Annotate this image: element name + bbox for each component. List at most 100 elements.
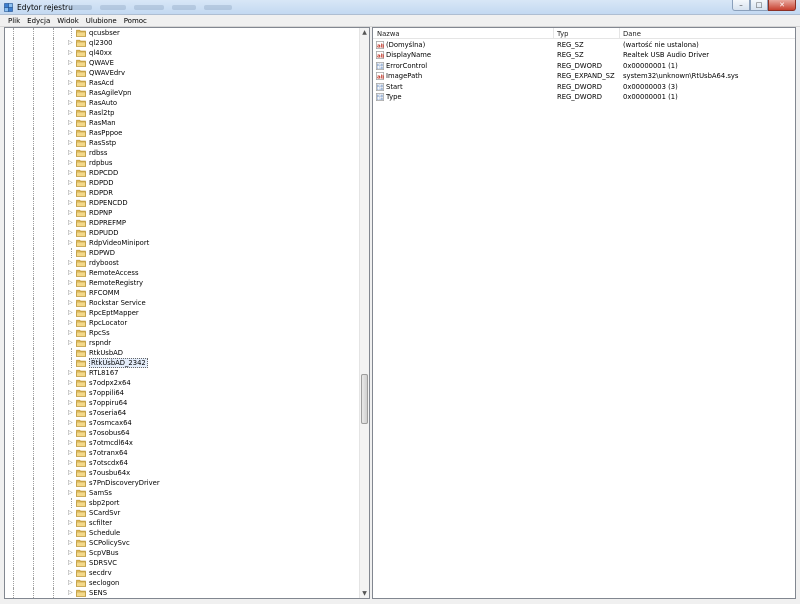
menu-ulubione[interactable]: Ulubione	[86, 17, 117, 25]
tree-item[interactable]: ▷ SCardSvr	[5, 508, 361, 518]
scroll-down-icon[interactable]: ▼	[360, 589, 369, 598]
tree-item[interactable]: ▷ s7otscdx64	[5, 458, 361, 468]
tree-item[interactable]: ▷ Schedule	[5, 528, 361, 538]
tree-item[interactable]: ▷ RasAuto	[5, 98, 361, 108]
expand-arrow-icon[interactable]: ▷	[68, 410, 73, 416]
tree-item[interactable]: ▷ QWAVE	[5, 58, 361, 68]
value-row[interactable]: 010 110 Type REG_DWORD 0x00000001 (1)	[373, 92, 795, 102]
menu-plik[interactable]: Plik	[8, 17, 20, 25]
tree-item[interactable]: ▷ SamSs	[5, 488, 361, 498]
expand-arrow-icon[interactable]: ▷	[68, 380, 73, 386]
tree-item[interactable]: ▷ RFCOMM	[5, 288, 361, 298]
tree-item[interactable]: ▷ RasAcd	[5, 78, 361, 88]
tree-item[interactable]: ▷ secdrv	[5, 568, 361, 578]
tree-item[interactable]: ▷ s7oppili64	[5, 388, 361, 398]
tree-item[interactable]: ▷ ql40xx	[5, 48, 361, 58]
tree-item[interactable]: RtkUsbAD	[5, 348, 361, 358]
expand-arrow-icon[interactable]: ▷	[68, 260, 73, 266]
value-row[interactable]: 010 110 Start REG_DWORD 0x00000003 (3)	[373, 82, 795, 92]
tree-item[interactable]: ▷ RDPUDD	[5, 228, 361, 238]
tree-item[interactable]: ▷ s7odpx2x64	[5, 378, 361, 388]
expand-arrow-icon[interactable]: ▷	[68, 110, 73, 116]
expand-arrow-icon[interactable]: ▷	[68, 170, 73, 176]
column-divider[interactable]	[553, 28, 554, 39]
tree-item[interactable]: ▷ s7otranx64	[5, 448, 361, 458]
expand-arrow-icon[interactable]: ▷	[68, 100, 73, 106]
tree-item[interactable]: ▷ Rockstar Service	[5, 298, 361, 308]
tree-item[interactable]: ▷ RasSstp	[5, 138, 361, 148]
tree-item[interactable]: ▷ scfilter	[5, 518, 361, 528]
tree-item[interactable]: ▷ RDPDR	[5, 188, 361, 198]
expand-arrow-icon[interactable]: ▷	[68, 320, 73, 326]
expand-arrow-icon[interactable]: ▷	[68, 570, 73, 576]
tree-item[interactable]: ▷ Rasl2tp	[5, 108, 361, 118]
tree-item[interactable]: ▷ QWAVEdrv	[5, 68, 361, 78]
tree-item[interactable]: ▷ RDPCDD	[5, 168, 361, 178]
expand-arrow-icon[interactable]: ▷	[68, 310, 73, 316]
tree-item[interactable]: qcusbser	[5, 28, 361, 38]
scrollbar-thumb[interactable]	[361, 374, 368, 424]
tree-item[interactable]: RtkUsbAD_2342	[5, 358, 361, 368]
expand-arrow-icon[interactable]: ▷	[68, 90, 73, 96]
maximize-button[interactable]: □	[750, 0, 768, 11]
value-row[interactable]: ab (Domyślna) REG_SZ (wartość nie ustalona)	[373, 40, 795, 50]
expand-arrow-icon[interactable]: ▷	[68, 40, 73, 46]
expand-arrow-icon[interactable]: ▷	[68, 330, 73, 336]
tree-item[interactable]: ▷ SDRSVC	[5, 558, 361, 568]
expand-arrow-icon[interactable]: ▷	[68, 540, 73, 546]
expand-arrow-icon[interactable]: ▷	[68, 60, 73, 66]
expand-arrow-icon[interactable]: ▷	[68, 200, 73, 206]
expand-arrow-icon[interactable]: ▷	[68, 70, 73, 76]
expand-arrow-icon[interactable]: ▷	[68, 530, 73, 536]
tree-item[interactable]: RDPWD	[5, 248, 361, 258]
expand-arrow-icon[interactable]: ▷	[68, 580, 73, 586]
expand-arrow-icon[interactable]: ▷	[68, 440, 73, 446]
tree-item[interactable]: ▷ rdyboost	[5, 258, 361, 268]
expand-arrow-icon[interactable]: ▷	[68, 520, 73, 526]
menu-widok[interactable]: Widok	[57, 17, 79, 25]
tree-item[interactable]: ▷ seclogon	[5, 578, 361, 588]
expand-arrow-icon[interactable]: ▷	[68, 130, 73, 136]
expand-arrow-icon[interactable]: ▷	[68, 120, 73, 126]
value-row[interactable]: 010 110 ErrorControl REG_DWORD 0x00000001 (1…	[373, 61, 795, 71]
menu-edycja[interactable]: Edycja	[27, 17, 50, 25]
value-row[interactable]: ab ImagePath REG_EXPAND_SZ system32\unknown…	[373, 71, 795, 81]
tree-item[interactable]: ▷ rspndr	[5, 338, 361, 348]
minimize-button[interactable]: –	[732, 0, 750, 11]
expand-arrow-icon[interactable]: ▷	[68, 280, 73, 286]
tree-item[interactable]: ▷ s7PnDiscoveryDriver	[5, 478, 361, 488]
tree-item[interactable]: ▷ SENS	[5, 588, 361, 598]
tree-item[interactable]: sbp2port	[5, 498, 361, 508]
expand-arrow-icon[interactable]: ▷	[68, 460, 73, 466]
expand-arrow-icon[interactable]: ▷	[68, 190, 73, 196]
expand-arrow-icon[interactable]: ▷	[68, 80, 73, 86]
tree-item[interactable]: ▷ RpcSs	[5, 328, 361, 338]
column-header-type[interactable]: Typ	[557, 30, 568, 38]
tree-item[interactable]: ▷ RasPppoe	[5, 128, 361, 138]
tree-item[interactable]: ▷ RasAgileVpn	[5, 88, 361, 98]
tree-item[interactable]: ▷ RpcEptMapper	[5, 308, 361, 318]
expand-arrow-icon[interactable]: ▷	[68, 290, 73, 296]
tree-item[interactable]: ▷ rdbss	[5, 148, 361, 158]
expand-arrow-icon[interactable]: ▷	[68, 420, 73, 426]
tree-item[interactable]: ▷ ql2300	[5, 38, 361, 48]
tree-item[interactable]: ▷ SCPolicySvc	[5, 538, 361, 548]
expand-arrow-icon[interactable]: ▷	[68, 180, 73, 186]
expand-arrow-icon[interactable]: ▷	[68, 340, 73, 346]
tree-item[interactable]: ▷ ScpVBus	[5, 548, 361, 558]
tree-item[interactable]: ▷ s7osobus64	[5, 428, 361, 438]
expand-arrow-icon[interactable]: ▷	[68, 550, 73, 556]
expand-arrow-icon[interactable]: ▷	[68, 160, 73, 166]
tree-item[interactable]: ▷ RDPENCDD	[5, 198, 361, 208]
tree-item[interactable]: ▷ RdpVideoMiniport	[5, 238, 361, 248]
tree-item[interactable]: ▷ RasMan	[5, 118, 361, 128]
expand-arrow-icon[interactable]: ▷	[68, 590, 73, 596]
tree-item[interactable]: ▷ RDPDD	[5, 178, 361, 188]
tree-item[interactable]: ▷ RTL8167	[5, 368, 361, 378]
expand-arrow-icon[interactable]: ▷	[68, 450, 73, 456]
expand-arrow-icon[interactable]: ▷	[68, 560, 73, 566]
menu-pomoc[interactable]: Pomoc	[124, 17, 147, 25]
column-divider[interactable]	[619, 28, 620, 39]
expand-arrow-icon[interactable]: ▷	[68, 430, 73, 436]
tree-item[interactable]: ▷ RDPNP	[5, 208, 361, 218]
